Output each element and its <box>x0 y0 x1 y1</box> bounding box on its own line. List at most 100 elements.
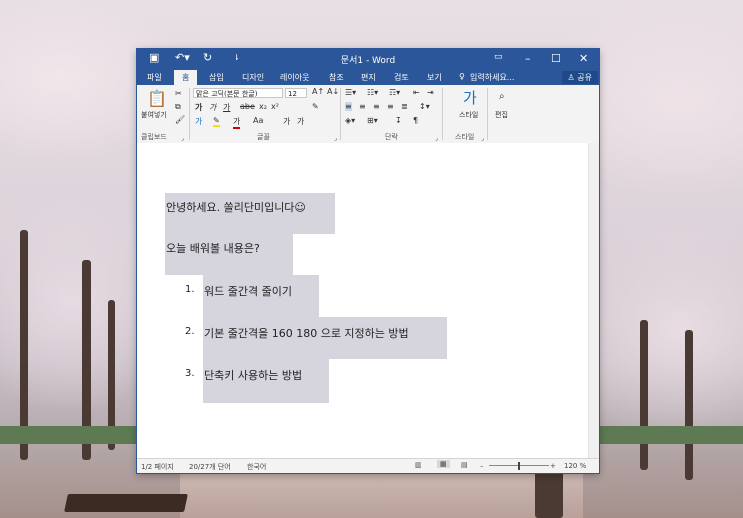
tell-me-icon[interactable]: ♀ <box>459 72 465 81</box>
tell-me-input[interactable]: 입력하세요... <box>470 72 514 83</box>
align-right-icon[interactable]: ≡ <box>373 102 380 111</box>
grow-font-icon[interactable]: A↑ <box>312 87 324 96</box>
bold-icon[interactable]: 가 <box>195 102 202 113</box>
editing-label[interactable]: 편집 <box>495 110 508 120</box>
minimize-icon[interactable]: – <box>525 52 531 65</box>
word-count[interactable]: 20/27개 단어 <box>189 462 231 472</box>
language-indicator[interactable]: 한국어 <box>247 462 266 472</box>
font-name-value: 맑은 고딕(본문 한글) <box>196 90 258 98</box>
subscript-icon[interactable]: x₂ <box>259 102 267 111</box>
tab-review[interactable]: 검토 <box>394 72 409 83</box>
font-size-combo[interactable]: 12 <box>285 88 307 98</box>
divider <box>189 88 190 140</box>
borders-icon[interactable]: ⊞▾ <box>367 116 378 125</box>
list-number: 3. <box>185 368 195 379</box>
copy-icon[interactable]: ⧉ <box>175 102 181 112</box>
word-window: ▣ ↶▾ ↻ ⇂ 문서1 - Word ▭ – ☐ ✕ 파일 홈 삽입 디자인 … <box>137 49 599 473</box>
align-center-icon[interactable]: ≡ <box>359 102 366 111</box>
divider <box>442 88 443 140</box>
text-effects-icon[interactable]: 가 <box>195 116 202 127</box>
dialog-launcher-icon[interactable]: ⌟ <box>481 135 484 142</box>
tab-file[interactable]: 파일 <box>147 72 162 83</box>
format-painter-icon[interactable]: 🖌 <box>175 115 185 124</box>
shading-icon[interactable]: ◈▾ <box>345 116 355 125</box>
tab-home[interactable]: 홈 <box>174 70 198 85</box>
tab-references[interactable]: 참조 <box>329 72 344 83</box>
web-layout-icon[interactable]: ▤ <box>461 461 468 469</box>
superscript-icon[interactable]: x² <box>271 102 279 111</box>
title-bar: ▣ ↶▾ ↻ ⇂ 문서1 - Word ▭ – ☐ ✕ <box>137 49 599 70</box>
document-line: 안녕하세요. 쏠리단미입니다☺ <box>166 201 306 214</box>
paste-label[interactable]: 붙여넣기 <box>141 110 167 120</box>
decrease-indent-icon[interactable]: ⇤ <box>413 88 420 97</box>
page-count[interactable]: 1/2 페이지 <box>141 462 174 472</box>
list-number: 2. <box>185 326 195 337</box>
strikethrough-icon[interactable]: abe <box>240 102 255 111</box>
group-label-clipboard: 클립보드 <box>141 133 167 141</box>
clear-format-icon[interactable]: ✎ <box>312 102 319 111</box>
tab-layout[interactable]: 레이아웃 <box>280 72 309 83</box>
bullets-icon[interactable]: ☰▾ <box>345 88 356 97</box>
print-layout-icon[interactable]: ▦ <box>437 460 450 468</box>
cut-icon[interactable]: ✂ <box>175 89 182 98</box>
show-marks-icon[interactable]: ¶ <box>413 116 418 125</box>
tree-trunk <box>535 470 563 518</box>
list-item-text: 워드 줄간격 줄이기 <box>204 285 292 298</box>
distributed-icon[interactable]: ≣ <box>401 102 408 111</box>
walkway <box>180 472 583 518</box>
tab-design[interactable]: 디자인 <box>242 72 264 83</box>
list-number: 1. <box>185 284 195 295</box>
list-item-text: 단축키 사용하는 방법 <box>204 369 303 382</box>
styles-gallery-icon[interactable]: 가 <box>463 87 477 108</box>
line-spacing-icon[interactable]: ↕▾ <box>419 102 430 111</box>
align-left-icon[interactable]: ≡ <box>345 102 352 111</box>
paste-icon[interactable]: 📋 <box>147 89 167 108</box>
share-button[interactable]: ♙ 공유 <box>561 71 598 84</box>
tab-insert[interactable]: 삽입 <box>209 72 224 83</box>
zoom-in-icon[interactable]: + <box>550 462 556 470</box>
ribbon-tabs: 파일 홈 삽입 디자인 레이아웃 참조 편지 검토 보기 ♀ 입력하세요... … <box>137 70 599 85</box>
zoom-slider-thumb[interactable] <box>518 462 520 470</box>
change-case-icon[interactable]: Aa <box>253 116 263 125</box>
multilevel-list-icon[interactable]: ☶▾ <box>389 88 400 97</box>
dialog-launcher-icon[interactable]: ⌟ <box>181 135 184 142</box>
find-icon[interactable]: ⌕ <box>499 91 505 102</box>
numbering-icon[interactable]: ☷▾ <box>367 88 378 97</box>
font-color-icon[interactable]: 가 <box>233 116 241 129</box>
dialog-launcher-icon[interactable]: ⌟ <box>334 135 337 142</box>
status-bar: 1/2 페이지 20/27개 단어 한국어 ▥ ▦ ▤ – + 120 % <box>137 458 599 473</box>
italic-icon[interactable]: 가 <box>209 102 216 113</box>
divider <box>487 88 488 140</box>
tab-view[interactable]: 보기 <box>427 72 442 83</box>
dialog-launcher-icon[interactable]: ⌟ <box>435 135 438 142</box>
sort-icon[interactable]: ↧ <box>395 116 402 125</box>
grass <box>0 426 137 444</box>
person-icon: ♙ <box>567 73 578 82</box>
group-label-styles: 스타일 <box>455 133 475 141</box>
list-item-text: 기본 줄간격을 160 180 으로 지정하는 방법 <box>204 327 409 340</box>
tab-mailings[interactable]: 편지 <box>361 72 376 83</box>
justify-icon[interactable]: ≡ <box>387 102 394 111</box>
grass <box>600 426 743 444</box>
zoom-level[interactable]: 120 % <box>564 462 586 470</box>
vertical-scrollbar[interactable] <box>588 143 599 459</box>
shrink-font-icon[interactable]: A↓ <box>327 87 339 96</box>
zoom-out-icon[interactable]: – <box>480 462 484 470</box>
park-bench <box>64 494 188 512</box>
font-name-combo[interactable]: 맑은 고딕(본문 한글) <box>193 88 283 98</box>
close-icon[interactable]: ✕ <box>579 52 588 65</box>
tree-trunk <box>685 330 693 480</box>
group-label-font: 글꼴 <box>257 133 270 141</box>
font-size-value: 12 <box>288 90 297 98</box>
styles-label[interactable]: 스타일 <box>459 110 478 120</box>
ribbon-display-icon[interactable]: ▭ <box>494 52 503 62</box>
underline-icon[interactable]: 가 <box>223 102 230 113</box>
increase-indent-icon[interactable]: ⇥ <box>427 88 434 97</box>
share-label: 공유 <box>577 73 592 82</box>
read-mode-icon[interactable]: ▥ <box>415 461 422 469</box>
document-page[interactable]: 안녕하세요. 쏠리단미입니다☺ 오늘 배워볼 내용은? 1. 워드 줄간격 줄이… <box>137 143 589 459</box>
maximize-icon[interactable]: ☐ <box>551 52 561 65</box>
enclose-char-icon[interactable]: 가 <box>297 116 304 127</box>
phonetic-icon[interactable]: 가 <box>283 116 290 127</box>
highlight-icon[interactable]: ✎ <box>213 116 220 127</box>
